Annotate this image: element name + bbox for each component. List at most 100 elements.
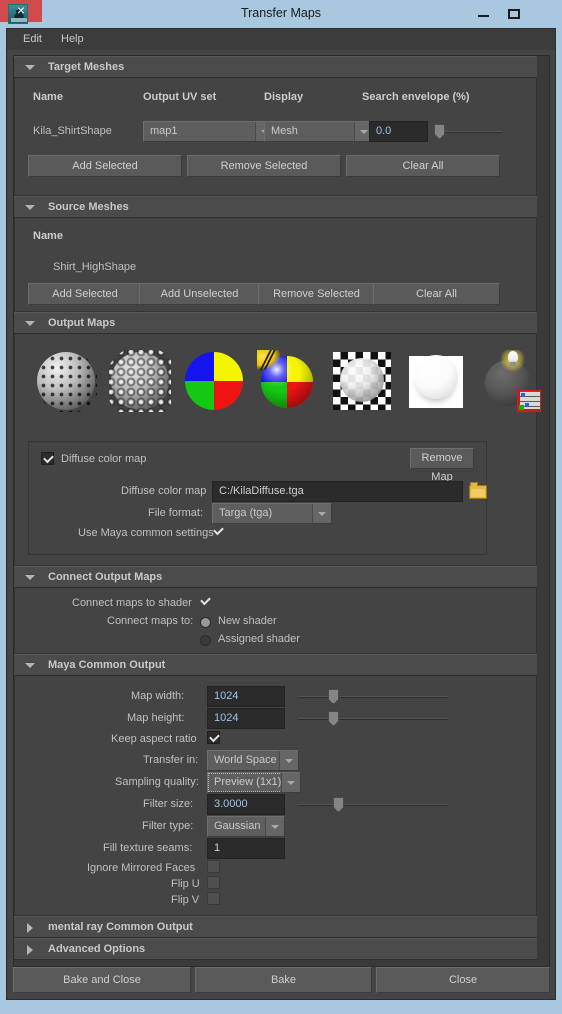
sampling-quality-combo[interactable]: Preview (1x1) <box>207 772 301 793</box>
connect-maps-to-shader-label: Connect maps to shader <box>72 597 192 609</box>
fill-texture-seams-value: 1 <box>214 842 221 854</box>
chevron-down-icon <box>25 205 35 210</box>
map-width-slider[interactable] <box>298 688 448 706</box>
section-title-source-meshes: Source Meshes <box>48 201 129 213</box>
section-body-source-meshes: Name Shirt_HighShape Add Selected Add Un… <box>14 218 537 312</box>
chevron-down-icon <box>312 504 331 523</box>
chevron-down-icon <box>25 663 35 668</box>
section-header-target-meshes[interactable]: Target Meshes <box>14 56 537 78</box>
menu-bar: Edit Help <box>7 29 555 50</box>
target-clear-all-button[interactable]: Clear All <box>346 155 500 177</box>
flip-v-label: Flip V <box>171 894 200 906</box>
section-header-mental-ray-common-output[interactable]: mental ray Common Output <box>14 916 537 938</box>
source-remove-selected-button[interactable]: Remove Selected <box>258 283 375 305</box>
sampling-quality-label: Sampling quality: <box>115 776 199 788</box>
maximize-button[interactable] <box>500 0 528 28</box>
radio-new-shader-label: New shader <box>218 615 277 627</box>
search-envelope-slider[interactable] <box>434 123 502 141</box>
ambient-map-icon[interactable]: Ambient <box>405 350 467 412</box>
map-height-label: Map height: <box>127 712 185 724</box>
normal-map-icon[interactable]: Normal <box>35 350 97 412</box>
map-width-field[interactable]: 1024 <box>207 686 285 707</box>
keep-aspect-ratio-checkbox[interactable] <box>207 731 220 744</box>
file-format-value: Targa (tga) <box>219 507 273 519</box>
fill-texture-seams-label: Fill texture seams: <box>103 842 193 854</box>
diffuse-path-field[interactable]: C:/KilaDiffuse.tga <box>212 481 463 502</box>
displace-map-icon[interactable]: Displace <box>109 350 171 412</box>
source-mesh-name[interactable]: Shirt_HighShape <box>53 261 136 273</box>
minimize-button[interactable] <box>470 0 498 28</box>
menu-item-edit[interactable]: Edit <box>17 33 48 45</box>
chevron-down-icon <box>281 773 300 792</box>
target-mesh-name: Kila_ShirtShape <box>33 125 112 137</box>
chevron-down-icon <box>25 575 35 580</box>
map-height-slider[interactable] <box>298 710 448 728</box>
fill-texture-seams-field[interactable]: 1 <box>207 838 285 859</box>
bake-and-close-button[interactable]: Bake and Close <box>13 967 191 993</box>
map-height-field[interactable]: 1024 <box>207 708 285 729</box>
remove-map-button[interactable]: Remove Map <box>410 448 474 483</box>
section-header-connect-output-maps[interactable]: Connect Output Maps <box>14 566 537 588</box>
chevron-down-icon <box>279 751 298 770</box>
section-title-connect-output-maps: Connect Output Maps <box>48 571 163 583</box>
section-header-output-maps[interactable]: Output Maps <box>14 312 537 334</box>
target-add-selected-button[interactable]: Add Selected <box>28 155 182 177</box>
flip-v-checkbox[interactable] <box>207 892 220 905</box>
filter-size-slider[interactable] <box>298 796 448 814</box>
uv-set-combo[interactable]: map1 <box>143 121 275 142</box>
section-header-advanced-options[interactable]: Advanced Options <box>14 938 537 960</box>
radio-assigned-shader[interactable] <box>200 635 211 646</box>
filter-type-combo[interactable]: Gaussian <box>207 816 285 837</box>
transfer-maps-window: Transfer Maps × Edit Help Target Meshes … <box>0 0 562 1014</box>
close-icon: × <box>16 2 26 18</box>
radio-new-shader[interactable] <box>200 617 211 628</box>
map-width-label: Map width: <box>131 690 185 702</box>
section-title-mental-ray-common-output: mental ray Common Output <box>48 921 193 933</box>
use-common-settings-checkbox[interactable] <box>212 525 225 538</box>
flip-u-checkbox[interactable] <box>207 876 220 889</box>
diffuse-color-map-checkbox[interactable] <box>41 452 54 465</box>
shaded-map-icon[interactable]: Shaded <box>257 350 319 412</box>
filter-type-value: Gaussian <box>214 820 261 832</box>
column-header-search-envelope: Search envelope (%) <box>362 91 470 103</box>
cube-icon <box>517 390 541 412</box>
diffuse-map-icon[interactable]: Diffuse <box>183 350 245 412</box>
diffuse-path-value: C:/KilaDiffuse.tga <box>219 485 304 497</box>
alpha-map-icon[interactable]: Alpha <box>331 350 393 412</box>
file-format-combo[interactable]: Targa (tga) <box>212 503 332 524</box>
connect-maps-to-shader-checkbox[interactable] <box>199 595 212 608</box>
chevron-down-icon <box>25 321 35 326</box>
filter-type-label: Filter type: <box>142 820 194 832</box>
display-value: Mesh <box>271 125 298 137</box>
source-clear-all-button[interactable]: Clear All <box>373 283 500 305</box>
map-height-value: 1024 <box>214 712 239 724</box>
options-scroll-area[interactable]: Target Meshes Name Output UV set Display… <box>13 55 550 967</box>
target-remove-selected-button[interactable]: Remove Selected <box>187 155 341 177</box>
flip-u-label: Flip U <box>171 878 200 890</box>
section-header-maya-common-output[interactable]: Maya Common Output <box>14 654 537 676</box>
section-header-source-meshes[interactable]: Source Meshes <box>14 196 537 218</box>
menu-item-help[interactable]: Help <box>55 33 90 45</box>
bake-button[interactable]: Bake <box>195 967 372 993</box>
options-content: Target Meshes Name Output UV set Display… <box>14 56 541 960</box>
filter-size-value: 3.0000 <box>214 798 248 810</box>
custom-map-icon[interactable]: Custom <box>479 350 541 412</box>
transfer-in-label: Transfer in: <box>143 754 199 766</box>
search-envelope-field[interactable]: 0.0 <box>369 121 428 142</box>
map-width-value: 1024 <box>214 690 239 702</box>
source-add-selected-button[interactable]: Add Selected <box>28 283 142 305</box>
display-combo[interactable]: Mesh <box>264 121 374 142</box>
section-title-maya-common-output: Maya Common Output <box>48 659 166 671</box>
filter-size-field[interactable]: 3.0000 <box>207 794 285 815</box>
folder-icon[interactable] <box>469 482 487 499</box>
file-format-label: File format: <box>148 507 204 519</box>
chevron-down-icon <box>265 817 284 836</box>
section-body-maya-common-output: Map width: 1024 Map height: 1024 Keep as <box>14 676 537 916</box>
transfer-in-combo[interactable]: World Space <box>207 750 299 771</box>
sampling-quality-value: Preview (1x1) <box>214 776 282 788</box>
ignore-mirrored-faces-checkbox[interactable] <box>207 860 220 873</box>
close-button[interactable]: Close <box>376 967 550 993</box>
source-add-unselected-button[interactable]: Add Unselected <box>139 283 260 305</box>
lightbulb-icon <box>500 350 525 372</box>
chevron-down-icon <box>25 65 35 70</box>
